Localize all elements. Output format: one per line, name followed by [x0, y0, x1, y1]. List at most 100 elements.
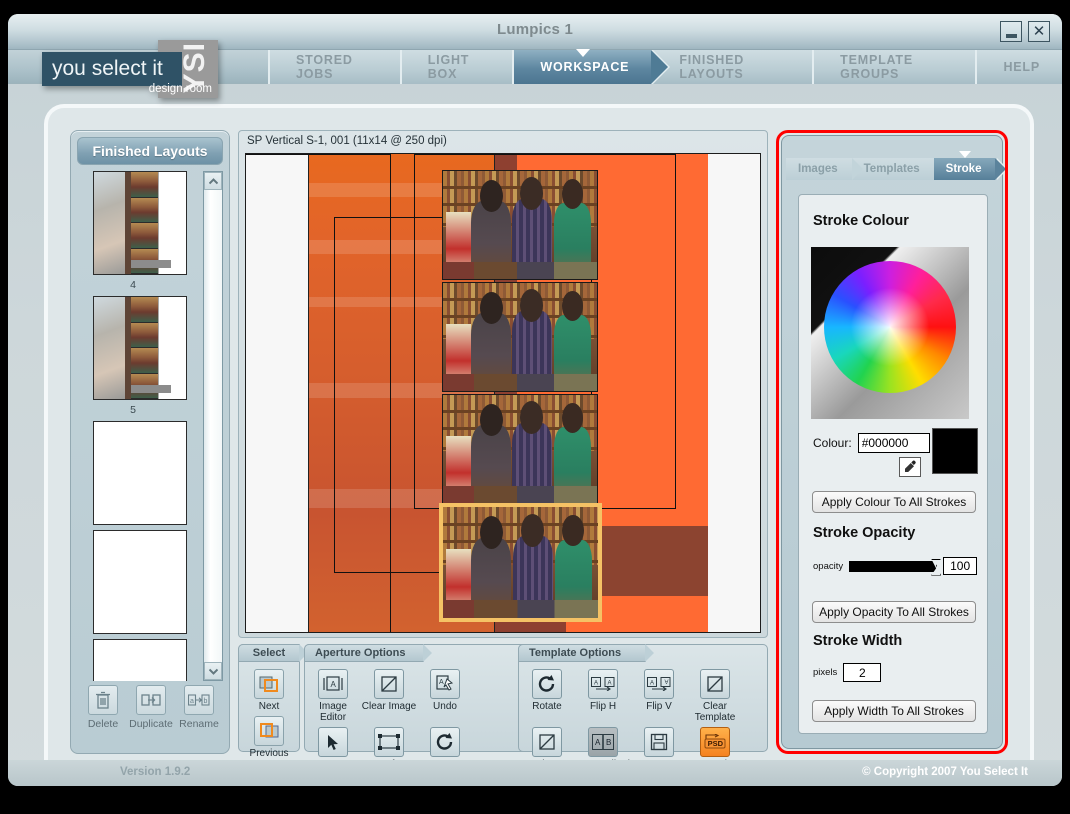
colour-wheel-background — [811, 247, 969, 419]
close-icon: ✕ — [1032, 23, 1046, 40]
rotate-icon — [430, 727, 460, 757]
undo-icon: A — [430, 669, 460, 699]
svg-text:A: A — [664, 678, 668, 684]
stroke-colour-heading: Stroke Colour — [813, 213, 909, 229]
list-item[interactable] — [93, 530, 187, 634]
image-editor-icon: A — [318, 669, 348, 699]
layout-canvas[interactable] — [245, 153, 761, 633]
tab-stored-jobs[interactable]: STORED JOBS — [268, 50, 419, 84]
svg-text:A: A — [594, 681, 598, 687]
canvas-caption: SP Vertical S-1, 001 (11x14 @ 250 dpi) — [247, 135, 447, 147]
layout-actions: Delete Duplicate ab Rename — [79, 685, 223, 747]
list-item[interactable] — [93, 296, 187, 400]
colour-wheel[interactable] — [824, 261, 956, 393]
opacity-slider[interactable] — [849, 558, 942, 576]
list-item-label: 5 — [130, 404, 136, 416]
rotate-template-button[interactable]: Rotate — [519, 665, 575, 723]
opacity-slider-thumb[interactable] — [931, 558, 942, 576]
aperture-photo[interactable] — [442, 282, 598, 392]
tab-label: STORED JOBS — [296, 53, 353, 81]
scroll-up-button[interactable] — [204, 172, 222, 190]
list-item-label: 4 — [130, 279, 136, 291]
tab-templates[interactable]: Templates — [851, 158, 947, 180]
trash-icon — [88, 685, 118, 715]
image-editor-button[interactable]: A Image Editor — [305, 665, 361, 723]
layouts-scrollbar[interactable] — [203, 171, 223, 681]
group-title: Select — [238, 644, 308, 662]
button-label: Undo — [433, 701, 457, 712]
button-label: Duplicate — [129, 718, 173, 730]
svg-text:A: A — [608, 681, 612, 687]
move-cursor-icon — [318, 727, 348, 757]
apply-width-button[interactable]: Apply Width To All Strokes — [812, 700, 976, 722]
tab-template-groups[interactable]: TEMPLATE GROUPS — [812, 50, 995, 84]
workspace-area: SP Vertical S-1, 001 (11x14 @ 250 dpi) S… — [238, 130, 768, 786]
thumb-cell — [130, 172, 159, 198]
thumb-photo-strip — [130, 172, 159, 274]
opacity-slider-row: opacity — [813, 557, 978, 576]
chevron-down-icon — [958, 151, 971, 158]
svg-text:A: A — [439, 679, 444, 686]
tab-label: Templates — [863, 163, 920, 175]
save-edited-template-icon: AB — [588, 727, 618, 757]
width-value-input[interactable] — [843, 663, 882, 682]
photoshop-psd-icon: PSD — [700, 727, 730, 757]
duplicate-layout-button[interactable]: Duplicate — [129, 685, 173, 730]
clear-template-button[interactable]: Clear Template — [687, 665, 743, 723]
aperture-photo[interactable] — [442, 170, 598, 280]
clear-workspace-icon — [532, 727, 562, 757]
list-item[interactable] — [93, 171, 187, 275]
tab-light-box[interactable]: LIGHT BOX — [399, 50, 531, 84]
tab-workspace[interactable]: WORKSPACE — [512, 49, 671, 84]
rename-layout-button[interactable]: ab Rename — [177, 685, 221, 730]
tab-label: HELP — [1003, 60, 1040, 74]
button-label: Previous — [249, 748, 289, 759]
button-label: Image Editor — [319, 701, 347, 723]
tab-label: LIGHT BOX — [427, 53, 470, 81]
list-item[interactable] — [93, 639, 187, 681]
scroll-down-button[interactable] — [204, 662, 222, 680]
button-label: Flip H — [589, 701, 617, 712]
opacity-value-input[interactable] — [943, 557, 978, 575]
close-button[interactable]: ✕ — [1028, 21, 1050, 42]
tab-finished-layouts[interactable]: FINISHED LAYOUTS — [651, 50, 832, 84]
clear-image-button[interactable]: Clear Image — [361, 665, 417, 723]
opacity-label: opacity — [813, 560, 844, 572]
button-label: Clear Image — [361, 701, 417, 712]
aperture-photo-selected[interactable] — [439, 503, 602, 622]
next-aperture-button[interactable]: Next — [239, 665, 299, 712]
apply-opacity-button[interactable]: Apply Opacity To All Strokes — [812, 601, 976, 623]
tab-stroke[interactable]: Stroke — [933, 151, 1009, 180]
colour-hex-input[interactable] — [857, 433, 930, 453]
minimize-button[interactable] — [1000, 21, 1022, 42]
layout-thumbnail-list: 4 5 — [77, 171, 203, 681]
thumb-bg — [94, 172, 126, 274]
finished-layouts-panel: Finished Layouts 4 5 Delete Duplicate a … — [70, 130, 230, 754]
aperture-photo[interactable] — [442, 394, 598, 504]
right-panel-wrapper: Images Templates Stroke Stroke Colour Co… — [776, 130, 1009, 754]
flip-vertical-button[interactable]: AA Flip V — [631, 665, 687, 723]
list-item[interactable] — [93, 421, 187, 525]
right-panel-tabs: Images Templates Stroke — [786, 151, 1009, 180]
svg-text:B: B — [606, 738, 611, 747]
colour-swatch[interactable] — [932, 428, 978, 474]
canvas-container: SP Vertical S-1, 001 (11x14 @ 250 dpi) — [238, 130, 768, 638]
eyedropper-icon — [905, 460, 916, 472]
nav-tabs: STORED JOBS LIGHT BOX WORKSPACE FINISHED… — [268, 49, 1062, 84]
svg-text:b: b — [204, 698, 208, 705]
flip-horizontal-button[interactable]: A A Flip H — [575, 665, 631, 723]
thumb-cell — [130, 348, 159, 374]
tab-images[interactable]: Images — [786, 158, 865, 180]
delete-layout-button[interactable]: Delete — [81, 685, 125, 730]
tab-help[interactable]: HELP — [975, 50, 1062, 84]
window-controls: ✕ — [1000, 21, 1050, 42]
eyedropper-button[interactable] — [899, 457, 921, 477]
page-title: Lumpics 1 — [497, 21, 573, 38]
undo-button[interactable]: A Undo — [417, 665, 473, 723]
select-group: Select Next Previous — [238, 644, 308, 759]
rename-icon: ab — [184, 685, 214, 715]
previous-aperture-button[interactable]: Previous — [239, 712, 299, 759]
thumb-cell — [130, 322, 159, 348]
apply-colour-button[interactable]: Apply Colour To All Strokes — [812, 491, 976, 513]
colour-value-row: Colour: — [813, 433, 930, 453]
